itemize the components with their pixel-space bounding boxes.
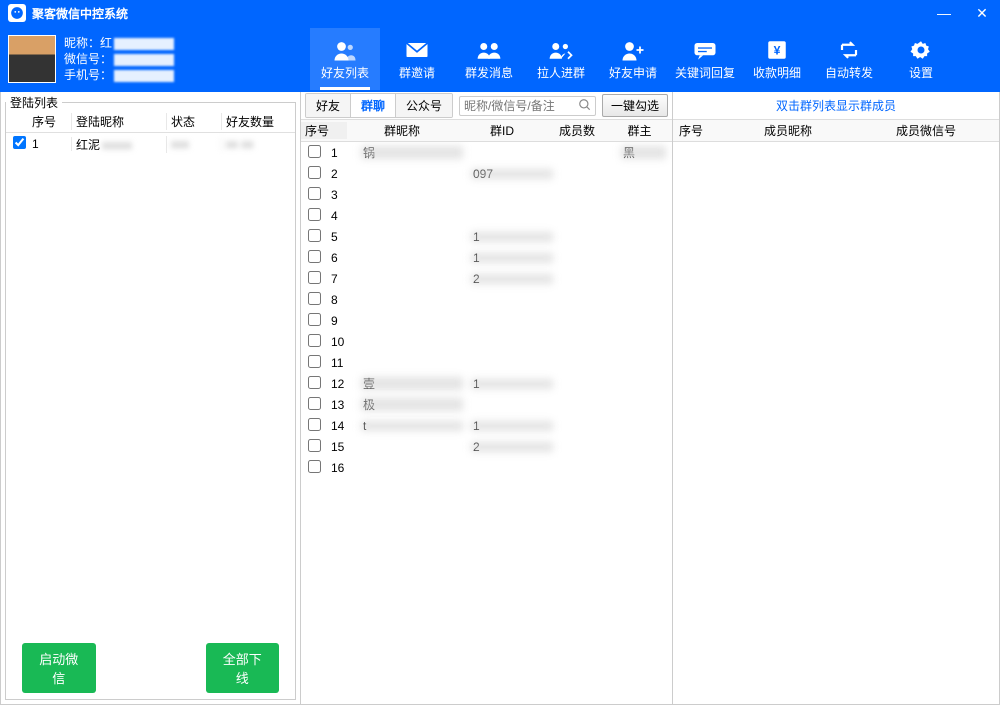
group-row[interactable]: 12壹1 (301, 373, 672, 394)
group-list-header: 序号 群昵称 群ID 成员数 群主 (301, 120, 672, 142)
group-row-checkbox[interactable] (308, 418, 321, 431)
group-row-checkbox[interactable] (308, 397, 321, 410)
start-wechat-button[interactable]: 启动微信 (22, 643, 96, 693)
nick-label: 昵称： (64, 36, 100, 50)
search-box (459, 96, 596, 116)
search-input[interactable] (459, 96, 596, 116)
header: 昵称：红 微信号： 手机号： 好友列表群邀请群发消息拉人进群好友申请关键词回复¥… (0, 26, 1000, 92)
keyword-icon (691, 38, 719, 62)
avatar (8, 35, 56, 83)
group-row[interactable]: 2097 (301, 163, 672, 184)
group-row[interactable]: 3 (301, 184, 672, 205)
titlebar: 聚客微信中控系统 — ✕ (0, 0, 1000, 26)
member-list-panel: 双击群列表显示群成员 序号 成员昵称 成员微信号 (673, 92, 999, 704)
wechat-label: 微信号： (64, 52, 112, 66)
group-row-checkbox[interactable] (308, 166, 321, 179)
tab-mp[interactable]: 公众号 (396, 94, 452, 117)
forward-icon (835, 38, 863, 62)
group-row-checkbox[interactable] (308, 208, 321, 221)
tab-friend[interactable]: 好友 (306, 94, 351, 117)
massmsg-icon (475, 38, 503, 62)
login-row-checkbox[interactable] (13, 136, 26, 149)
tool-massmsg[interactable]: 群发消息 (454, 28, 524, 90)
close-button[interactable]: ✕ (972, 5, 992, 22)
main-toolbar: 好友列表群邀请群发消息拉人进群好友申请关键词回复¥收款明细自动转发设置 (300, 26, 1000, 92)
login-list-panel: 登陆列表 序号 登陆昵称 状态 好友数量 1红泥xxxxxxxxxx xx 启动… (1, 92, 301, 704)
tool-apply[interactable]: 好友申请 (598, 28, 668, 90)
pull-icon (547, 38, 575, 62)
minimize-button[interactable]: — (934, 5, 954, 22)
search-icon[interactable] (578, 98, 592, 115)
group-row-checkbox[interactable] (308, 334, 321, 347)
tool-pull[interactable]: 拉人进群 (526, 28, 596, 90)
invite-icon (403, 38, 431, 62)
group-row-checkbox[interactable] (308, 229, 321, 242)
group-row[interactable]: 9 (301, 310, 672, 331)
list-type-tabs: 好友群聊公众号 (305, 93, 453, 118)
group-row-checkbox[interactable] (308, 271, 321, 284)
all-offline-button[interactable]: 全部下线 (206, 643, 280, 693)
group-row[interactable]: 1锅黑 (301, 142, 672, 163)
group-row[interactable]: 61 (301, 247, 672, 268)
member-hint: 双击群列表显示群成员 (673, 92, 999, 120)
group-row[interactable]: 8 (301, 289, 672, 310)
group-row-checkbox[interactable] (308, 313, 321, 326)
group-row[interactable]: 51 (301, 226, 672, 247)
group-row-checkbox[interactable] (308, 145, 321, 158)
friends-icon (331, 38, 359, 62)
group-row[interactable]: 11 (301, 352, 672, 373)
group-row-checkbox[interactable] (308, 292, 321, 305)
group-row-checkbox[interactable] (308, 439, 321, 452)
group-row[interactable]: 72 (301, 268, 672, 289)
tool-payment[interactable]: ¥收款明细 (742, 28, 812, 90)
tool-keyword[interactable]: 关键词回复 (670, 28, 740, 90)
group-row[interactable]: 10 (301, 331, 672, 352)
tool-settings[interactable]: 设置 (886, 28, 956, 90)
svg-text:¥: ¥ (774, 43, 781, 57)
group-row[interactable]: 14t1 (301, 415, 672, 436)
group-row-checkbox[interactable] (308, 250, 321, 263)
group-list-panel: 好友群聊公众号 一键勾选 序号 群昵称 群ID 成员数 群主 1锅黑209734… (301, 92, 673, 704)
tool-friends[interactable]: 好友列表 (310, 28, 380, 90)
tool-invite[interactable]: 群邀请 (382, 28, 452, 90)
group-row[interactable]: 16 (301, 457, 672, 478)
group-row-checkbox[interactable] (308, 376, 321, 389)
window-title: 聚客微信中控系统 (32, 5, 128, 22)
payment-icon: ¥ (763, 38, 791, 62)
group-row-checkbox[interactable] (308, 460, 321, 473)
group-row-checkbox[interactable] (308, 355, 321, 368)
group-row[interactable]: 4 (301, 205, 672, 226)
login-list-legend: 登陆列表 (6, 94, 62, 111)
settings-icon (907, 38, 935, 62)
group-row[interactable]: 13极 (301, 394, 672, 415)
check-all-button[interactable]: 一键勾选 (602, 94, 668, 117)
tab-group[interactable]: 群聊 (351, 94, 396, 117)
app-logo (8, 4, 26, 22)
login-row[interactable]: 1红泥xxxxxxxxxx xx (6, 133, 295, 155)
nick-value: 红 (100, 36, 112, 50)
group-row-checkbox[interactable] (308, 187, 321, 200)
phone-label: 手机号： (64, 68, 112, 82)
login-list-header: 序号 登陆昵称 状态 好友数量 (6, 111, 295, 133)
tool-forward[interactable]: 自动转发 (814, 28, 884, 90)
group-row[interactable]: 152 (301, 436, 672, 457)
user-info: 昵称：红 微信号： 手机号： (0, 26, 300, 92)
apply-icon (619, 38, 647, 62)
member-list-header: 序号 成员昵称 成员微信号 (673, 120, 999, 142)
